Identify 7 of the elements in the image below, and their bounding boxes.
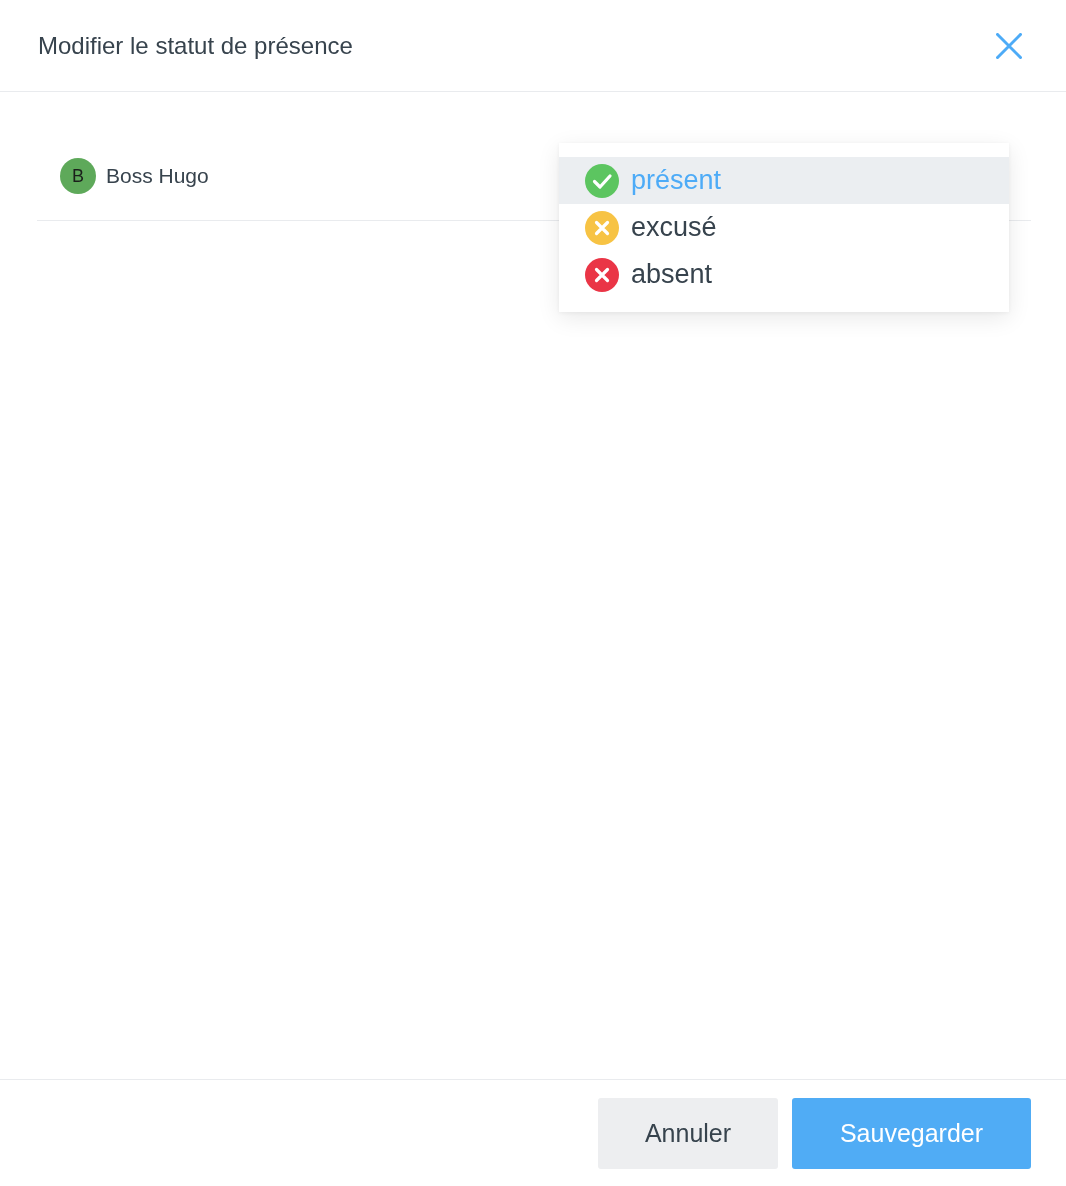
status-option[interactable]: excusé [559,204,1009,251]
dialog-title: Modifier le statut de présence [38,31,353,60]
close-icon[interactable] [996,32,1022,59]
attendee-name: Boss Hugo [106,164,209,188]
cancel-button[interactable]: Annuler [598,1098,778,1169]
status-option[interactable]: absent [559,251,1009,298]
avatar: B [60,158,96,194]
